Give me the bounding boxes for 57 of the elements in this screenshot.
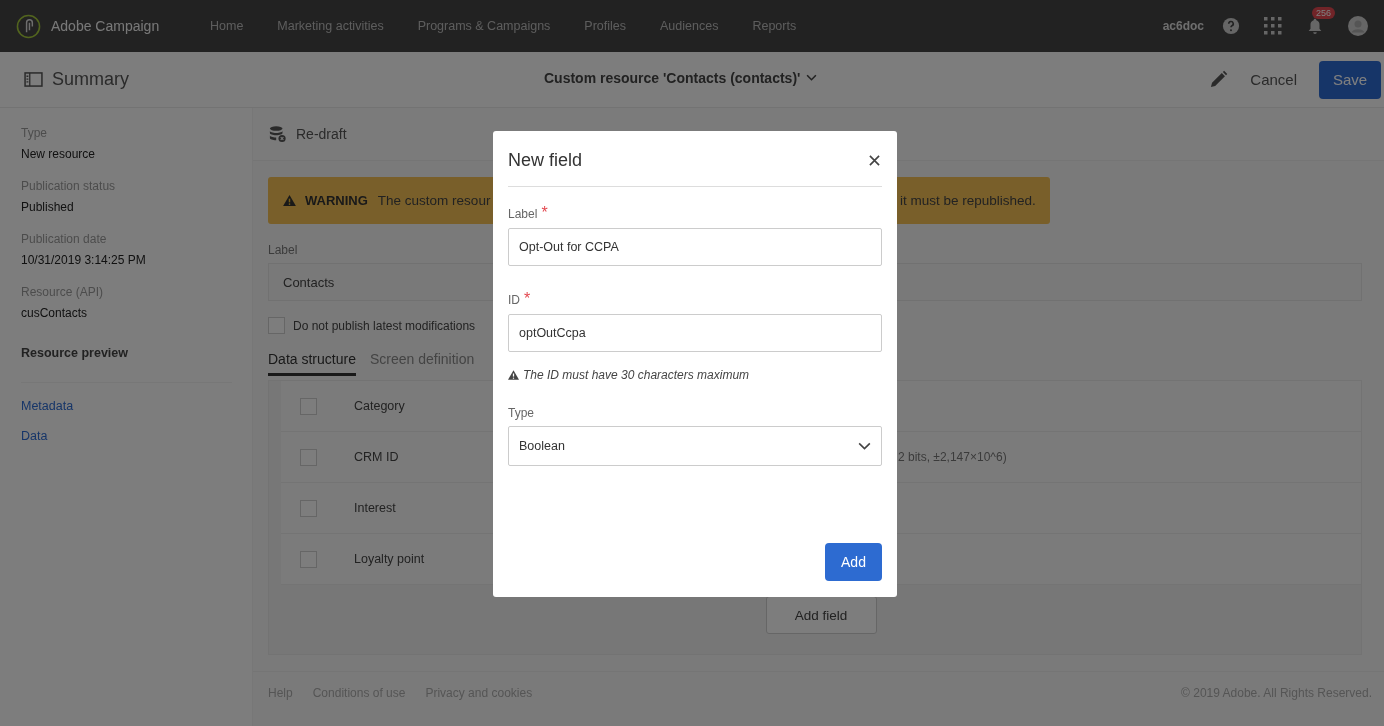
database-remove-icon[interactable] xyxy=(269,125,287,143)
field-value: New resource xyxy=(21,147,97,161)
help-icon[interactable] xyxy=(1222,17,1240,35)
hint-text: The ID must have 30 characters maximum xyxy=(523,368,750,382)
warning-label: WARNING xyxy=(305,193,368,208)
dialog-title: New field xyxy=(508,150,583,171)
nav-link[interactable]: Profiles xyxy=(584,19,627,33)
field-name: Category xyxy=(354,399,405,413)
notifications-bell-icon[interactable] xyxy=(1306,17,1324,35)
field-label: ID xyxy=(508,293,520,307)
summary-title: Summary xyxy=(52,69,129,90)
nav-link[interactable]: Marketing activities xyxy=(277,19,384,33)
nav-link[interactable]: Home xyxy=(210,19,244,33)
preview-link[interactable]: Data xyxy=(21,429,252,443)
field-name: Loyalty point xyxy=(354,552,425,566)
add-button[interactable]: Add xyxy=(825,543,882,581)
save-button[interactable]: Save xyxy=(1319,60,1381,99)
field-name: CRM ID xyxy=(354,450,399,464)
field-label: Label xyxy=(268,243,298,257)
field-value: cusContacts xyxy=(21,306,89,320)
nav-link[interactable]: Reports xyxy=(752,19,797,33)
nav-link[interactable]: Programs & Campaigns xyxy=(417,19,551,33)
notification-count-badge: 256 xyxy=(1312,7,1336,19)
field-description: 2 bits, ±2,147×10^6) xyxy=(898,450,1008,464)
user-name[interactable]: ac6doc xyxy=(1162,19,1204,33)
pencil-icon[interactable] xyxy=(1209,70,1229,89)
resource-title-dropdown[interactable]: Custom resource 'Contacts (contacts)' xyxy=(544,69,818,86)
field-label: Label xyxy=(508,207,538,221)
add-field-button[interactable]: Add field xyxy=(765,596,877,634)
tab[interactable]: Data structure xyxy=(268,351,356,376)
type-select[interactable]: Boolean xyxy=(508,426,882,466)
cancel-button[interactable]: Cancel xyxy=(1244,63,1303,96)
warning-icon xyxy=(283,195,296,206)
field-label: Type xyxy=(508,406,535,420)
field-name: Interest xyxy=(354,501,396,515)
redraft-action[interactable]: Re-draft xyxy=(296,126,347,142)
id-input[interactable]: optOutCcpa xyxy=(508,314,882,352)
field-value: 10/31/2019 3:14:25 PM xyxy=(21,253,147,267)
apps-grid-icon[interactable] xyxy=(1264,17,1282,35)
chevron-down-icon xyxy=(858,442,871,450)
preview-link[interactable]: Metadata xyxy=(21,399,252,413)
app-logo-icon xyxy=(16,13,41,39)
checkbox-label: Do not publish latest modifications xyxy=(293,318,476,333)
required-mark: * xyxy=(524,290,531,308)
warning-text: The custom resour xyxy=(377,193,491,208)
field-value: Published xyxy=(21,200,75,214)
warning-icon xyxy=(508,370,519,380)
app-name: Adobe Campaign xyxy=(51,18,161,34)
warning-text: it must be republished. xyxy=(900,193,1037,208)
chevron-down-icon xyxy=(806,74,818,81)
label-input[interactable]: Opt-Out for CCPA xyxy=(508,228,882,266)
sidebar-panel-icon[interactable] xyxy=(24,72,43,87)
required-mark: * xyxy=(541,204,548,222)
user-avatar-icon[interactable] xyxy=(1348,16,1368,36)
close-icon[interactable] xyxy=(869,155,880,166)
section-title: Resource preview xyxy=(21,346,232,383)
nav-link[interactable]: Audiences xyxy=(660,19,719,33)
